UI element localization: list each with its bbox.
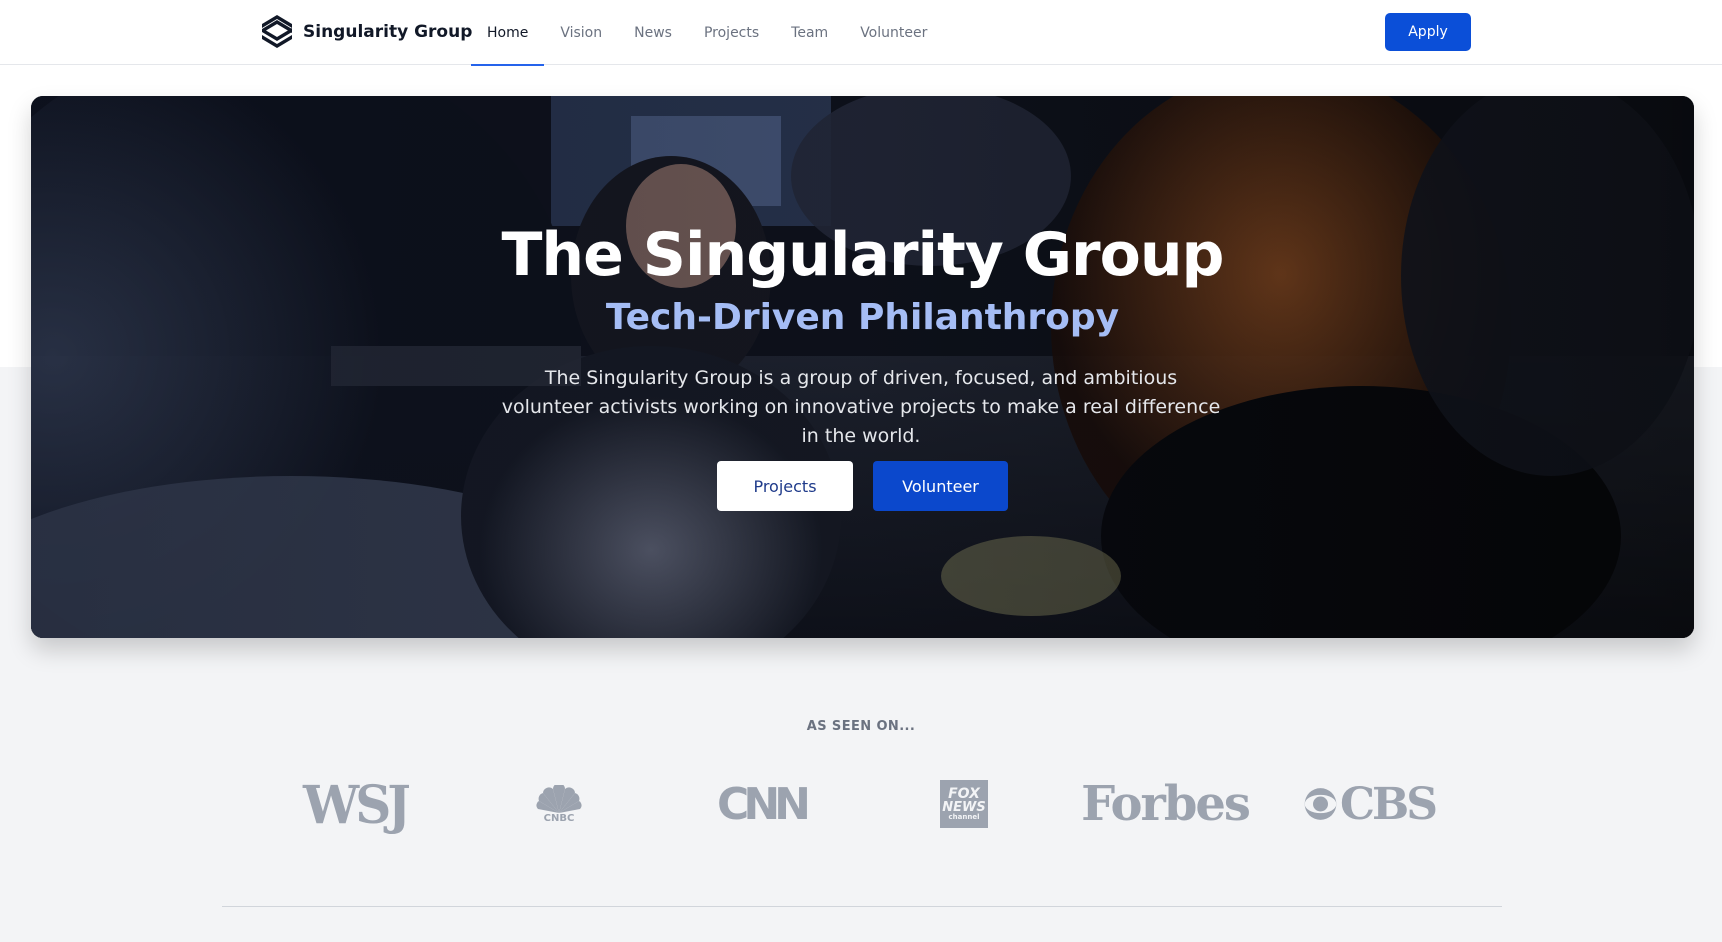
cnn-logo: CNN (717, 778, 811, 830)
nav-item-home[interactable]: Home (471, 0, 545, 66)
stacked-chevron-logo-icon (262, 15, 292, 48)
cbs-eye-icon (1304, 788, 1337, 820)
cbs-wordmark: CBS (1340, 778, 1438, 830)
nav-item-news[interactable]: News (618, 0, 688, 65)
nav-item-projects[interactable]: Projects (688, 0, 775, 65)
nav-item-team[interactable]: Team (775, 0, 844, 65)
volunteer-button[interactable]: Volunteer (873, 461, 1008, 511)
nav-item-volunteer[interactable]: Volunteer (844, 0, 943, 65)
as-seen-on-label: AS SEEN ON... (806, 719, 916, 734)
press-logos: WSJ CNBC CNN FOX NEWS channel Forbes CBS (0, 773, 1722, 835)
brand-name: Singularity Group (303, 22, 473, 42)
fox-word: FOX (948, 786, 980, 802)
apply-button[interactable]: Apply (1385, 13, 1471, 51)
brand[interactable]: Singularity Group (259, 12, 472, 52)
channel-word: channel (948, 813, 980, 821)
hero-content: The Singularity Group Tech-Driven Philan… (31, 96, 1694, 638)
peacock-icon (536, 784, 582, 813)
cnbc-wordmark: CNBC (543, 812, 575, 824)
hero-description: The Singularity Group is a group of driv… (501, 367, 1221, 447)
forbes-logo: Forbes (1081, 776, 1251, 832)
main-nav: Home Vision News Projects Team Volunteer (471, 0, 943, 66)
hero-title: The Singularity Group (501, 220, 1225, 290)
projects-button[interactable]: Projects (717, 461, 853, 511)
top-navbar: Singularity Group Home Vision News Proje… (0, 0, 1722, 66)
nav-item-vision[interactable]: Vision (544, 0, 618, 65)
hero-banner: The Singularity Group Tech-Driven Philan… (31, 96, 1694, 638)
cnbc-logo: CNBC (533, 776, 585, 832)
section-divider (222, 906, 1502, 907)
cbs-logo: CBS (1303, 776, 1438, 832)
wsj-logo: WSJ (303, 773, 411, 835)
hero-subtitle: Tech-Driven Philanthropy (605, 297, 1120, 338)
fox-news-logo: FOX NEWS channel (940, 780, 988, 828)
